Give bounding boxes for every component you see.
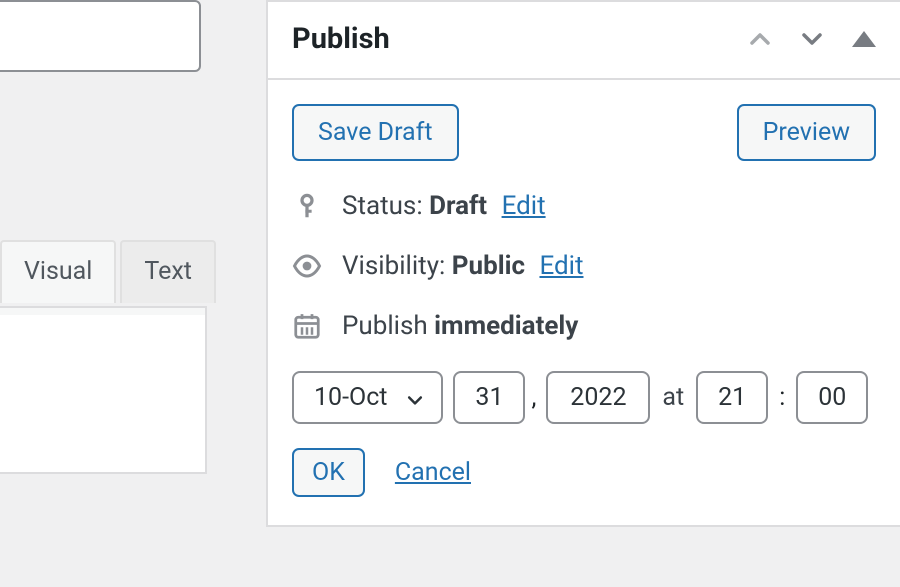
publish-header: Publish [268,2,900,80]
visibility-edit-link[interactable]: Edit [539,251,583,281]
visibility-label: Visibility: [342,251,452,281]
hour-input[interactable] [696,371,768,424]
schedule-at-text: at [660,383,686,412]
visibility-row: Visibility: Public Edit [292,251,876,281]
publish-body: Save Draft Preview Status: Draft Edit Vi… [268,80,900,525]
key-icon [292,191,322,221]
save-draft-button[interactable]: Save Draft [292,104,459,161]
status-value: Draft [429,191,487,221]
move-up-icon[interactable] [748,27,772,51]
move-down-icon[interactable] [800,27,824,51]
publish-title: Publish [292,22,390,56]
tab-visual[interactable]: Visual [0,240,116,303]
calendar-icon [292,311,322,341]
chevron-down-icon [405,388,425,408]
month-select[interactable]: 10-Oct [292,371,443,424]
schedule-controls: 10-Oct , at : [292,371,876,424]
month-select-value: 10-Oct [314,383,387,412]
preview-button[interactable]: Preview [737,104,876,161]
schedule-value: immediately [434,311,578,341]
toggle-panel-icon[interactable] [852,31,876,47]
schedule-colon: : [778,383,786,412]
status-row: Status: Draft Edit [292,191,876,221]
date-comma: , [531,383,536,412]
schedule-cancel-link[interactable]: Cancel [395,458,471,487]
year-input[interactable] [546,371,650,424]
schedule-row: Publish immediately [292,311,876,341]
tab-text[interactable]: Text [120,240,216,303]
post-title-input[interactable] [0,0,201,72]
day-input[interactable] [453,371,525,424]
visibility-value: Public [452,251,525,281]
status-label: Status: [342,191,429,221]
status-edit-link[interactable]: Edit [502,191,546,221]
schedule-label: Publish [342,311,434,341]
eye-icon [292,251,322,281]
schedule-ok-button[interactable]: OK [292,448,365,497]
schedule-confirm-row: OK Cancel [292,448,876,497]
editor-toolbar [0,306,207,474]
editor-mode-tabs: Visual Text [0,238,220,301]
publish-metabox: Publish Save Draft Preview Status: Draft… [266,0,900,527]
minute-input[interactable] [796,371,868,424]
